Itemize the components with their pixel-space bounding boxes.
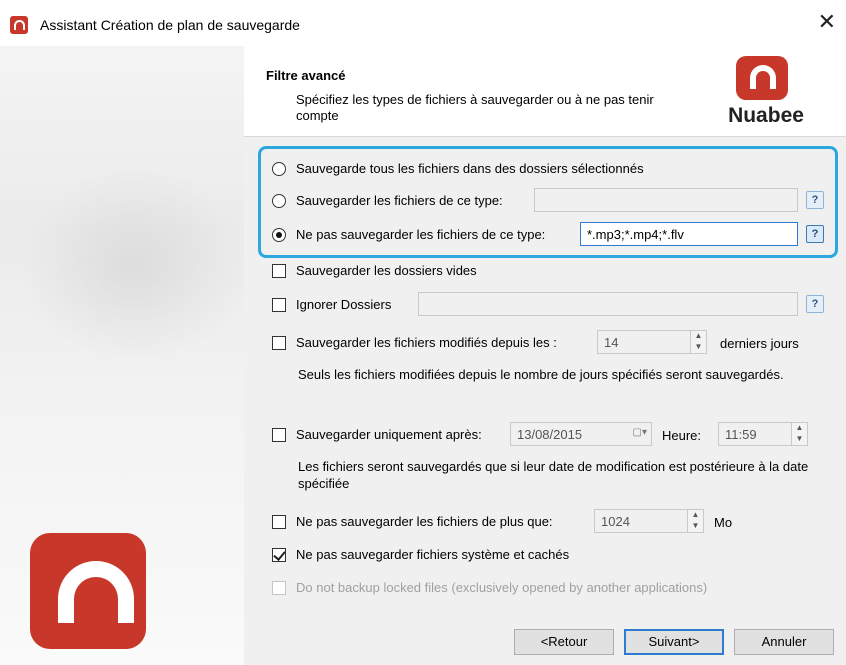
only-after-time-stepper[interactable]: 11:59 ▲ ▼ xyxy=(718,422,808,446)
calendar-dropdown-icon[interactable]: ▢▾ xyxy=(633,427,647,438)
only-after-checkbox[interactable] xyxy=(272,427,286,442)
only-after-date-value: 13/08/2015 xyxy=(517,427,583,442)
empty-folders-option[interactable]: Sauvegarder les dossiers vides xyxy=(272,263,477,278)
system-hidden-option[interactable]: Ne pas sauvegarder fichiers système et c… xyxy=(272,547,569,562)
close-icon[interactable]: ✕ xyxy=(818,11,836,33)
max-size-spin[interactable]: ▲ ▼ xyxy=(687,510,703,532)
wizard-content: Filtre avancé Spécifiez les types de fic… xyxy=(244,46,846,665)
system-hidden-label: Ne pas sauvegarder fichiers système et c… xyxy=(296,547,570,562)
wizard-header: Filtre avancé Spécifiez les types de fic… xyxy=(244,46,846,136)
max-size-option[interactable]: Ne pas sauvegarder les fichiers de plus … xyxy=(272,514,553,529)
modified-since-checkbox[interactable] xyxy=(272,335,286,350)
ignore-folders-help-icon[interactable]: ? xyxy=(806,295,824,313)
radio-all-files-label: Sauvegarde tous les fichiers dans des do… xyxy=(296,161,644,176)
max-size-stepper[interactable]: 1024 ▲ ▼ xyxy=(594,509,704,533)
radio-include-types[interactable]: Sauvegarder les fichiers de ce type: xyxy=(272,193,503,208)
brand-name: Nuabee xyxy=(728,104,804,127)
title-bar: Assistant Création de plan de sauvegarde… xyxy=(0,0,846,46)
locked-files-option: Do not backup locked files (exclusively … xyxy=(272,580,707,595)
modified-since-option[interactable]: Sauvegarder les fichiers modifiés depuis… xyxy=(272,335,557,350)
radio-include-types-control[interactable] xyxy=(272,193,286,208)
wizard-side-panel xyxy=(0,46,244,665)
time-label: Heure: xyxy=(662,428,702,443)
page-title: Filtre avancé xyxy=(266,68,346,83)
nuabee-logo-icon xyxy=(30,533,146,649)
modified-days-stepper[interactable]: 14 ▲ ▼ xyxy=(597,330,707,354)
radio-include-types-label: Sauvegarder les fichiers de ce type: xyxy=(296,193,503,208)
max-size-value: 1024 xyxy=(601,514,630,529)
modified-days-value: 14 xyxy=(604,335,619,350)
only-after-date-picker[interactable]: 13/08/2015 ▢▾ xyxy=(510,422,652,446)
header-divider xyxy=(244,136,846,137)
page-subtitle: Spécifiez les types de fichiers à sauveg… xyxy=(296,92,654,123)
only-after-time-value: 11:59 xyxy=(725,427,757,442)
modified-days-suffix: derniers jours xyxy=(720,336,799,351)
system-hidden-checkbox[interactable] xyxy=(272,547,286,562)
locked-files-label: Do not backup locked files (exclusively … xyxy=(296,580,708,595)
ignore-folders-input[interactable] xyxy=(418,292,798,316)
exclude-types-input[interactable]: *.mp3;*.mp4;*.flv xyxy=(580,222,798,246)
modified-since-label: Sauvegarder les fichiers modifiés depuis… xyxy=(296,335,557,350)
window-title: Assistant Création de plan de sauvegarde xyxy=(40,17,300,33)
time-spin[interactable]: ▲ ▼ xyxy=(791,423,807,445)
only-after-option[interactable]: Sauvegarder uniquement après: xyxy=(272,427,482,442)
radio-exclude-types[interactable]: Ne pas sauvegarder les fichiers de ce ty… xyxy=(272,227,545,242)
include-types-help-icon[interactable]: ? xyxy=(806,191,824,209)
max-size-checkbox[interactable] xyxy=(272,514,286,529)
back-button[interactable]: <Retour xyxy=(514,629,614,655)
ignore-folders-checkbox[interactable] xyxy=(272,297,286,312)
ignore-folders-label: Ignorer Dossiers xyxy=(296,297,392,312)
cancel-button[interactable]: Annuler xyxy=(734,629,834,655)
exclude-types-help-icon[interactable]: ? xyxy=(806,225,824,243)
radio-all-files[interactable]: Sauvegarde tous les fichiers dans des do… xyxy=(272,161,644,176)
decorative-background xyxy=(20,166,244,366)
max-size-unit: Mo xyxy=(714,515,733,530)
brand-logo-icon xyxy=(736,56,788,100)
only-after-note: Les fichiers seront sauvegardés que si l… xyxy=(298,459,809,491)
max-size-label: Ne pas sauvegarder les fichiers de plus … xyxy=(296,514,553,529)
radio-all-files-control[interactable] xyxy=(272,161,286,176)
only-after-label: Sauvegarder uniquement après: xyxy=(296,427,482,442)
radio-exclude-types-label: Ne pas sauvegarder les fichiers de ce ty… xyxy=(296,227,546,242)
empty-folders-checkbox[interactable] xyxy=(272,263,286,278)
include-types-input[interactable] xyxy=(534,188,798,212)
modified-since-note: Seuls les fichiers modifiées depuis le n… xyxy=(298,367,784,382)
app-logo-icon xyxy=(10,16,28,34)
next-button[interactable]: Suivant> xyxy=(624,629,724,655)
radio-exclude-types-control[interactable] xyxy=(272,227,286,242)
ignore-folders-option[interactable]: Ignorer Dossiers xyxy=(272,297,391,312)
empty-folders-label: Sauvegarder les dossiers vides xyxy=(296,263,477,278)
locked-files-checkbox xyxy=(272,580,286,595)
brand-logo: Nuabee xyxy=(716,56,816,136)
modified-days-spin[interactable]: ▲ ▼ xyxy=(690,331,706,353)
